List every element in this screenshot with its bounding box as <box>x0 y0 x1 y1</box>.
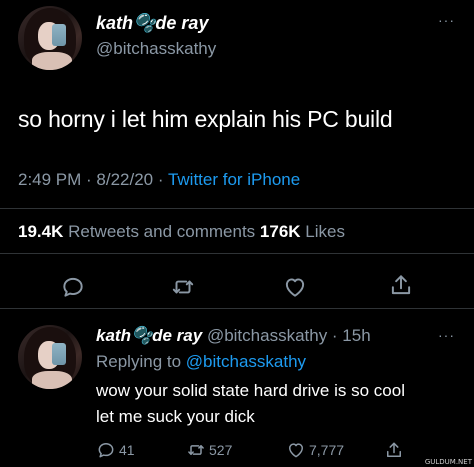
more-icon[interactable]: ··· <box>438 12 455 28</box>
replying-to-label: Replying to <box>96 352 186 371</box>
reply-handle-time[interactable]: @bitchasskathy · 15h <box>202 326 371 345</box>
reply-icon[interactable] <box>60 274 86 300</box>
tweet-stats: 19.4K Retweets and comments 176K Likes <box>18 222 345 242</box>
heart-icon <box>289 443 303 458</box>
display-name[interactable]: kath🫧de ray <box>96 13 208 34</box>
replying-to-mention[interactable]: @bitchasskathy <box>186 352 306 371</box>
retweet-icon[interactable] <box>170 274 196 300</box>
likes-count[interactable]: 176K <box>260 222 301 241</box>
divider <box>0 308 474 309</box>
avatar-body <box>32 371 72 389</box>
tweet-text: so horny i let him explain his PC build <box>18 106 393 132</box>
replying-to: Replying to @bitchasskathy <box>96 352 306 372</box>
divider <box>0 253 474 254</box>
tweet-time: 2:49 PM · 8/22/20 · <box>18 170 168 189</box>
retweets-count[interactable]: 19.4K <box>18 222 63 241</box>
tweet-meta: 2:49 PM · 8/22/20 · Twitter for iPhone <box>18 170 300 190</box>
reply-display-name[interactable]: kath🫧de ray <box>96 326 202 345</box>
reply-text-line: let me suck your dick <box>96 407 255 426</box>
heart-icon[interactable] <box>282 274 308 300</box>
retweet-count: 527 <box>209 442 233 458</box>
retweet-action[interactable]: 527 <box>186 440 232 460</box>
watermark: GULDUM.NET <box>424 458 472 466</box>
tweet-source-link[interactable]: Twitter for iPhone <box>168 170 300 189</box>
reply-header: kath🫧de ray @bitchasskathy · 15h <box>96 326 371 346</box>
handle[interactable]: @bitchasskathy <box>96 39 216 59</box>
main-tweet: kath🫧de ray @bitchasskathy ··· so horny … <box>0 0 474 310</box>
avatar-phone <box>52 24 66 46</box>
retweet-icon <box>188 445 204 455</box>
avatar[interactable] <box>18 325 82 389</box>
reply-text-line: wow your solid state hard drive is so co… <box>96 381 405 400</box>
share-action[interactable] <box>384 440 404 460</box>
like-action[interactable]: 7,777 <box>286 440 344 460</box>
avatar-phone <box>52 343 66 365</box>
share-icon <box>387 442 401 457</box>
like-count: 7,777 <box>309 442 345 458</box>
avatar-body <box>32 52 72 70</box>
reply-count: 41 <box>119 442 135 458</box>
reply-icon <box>98 443 114 458</box>
more-icon[interactable]: ··· <box>438 327 455 343</box>
divider <box>0 208 474 209</box>
avatar[interactable] <box>18 6 82 70</box>
retweets-label[interactable]: Retweets and comments <box>63 222 260 241</box>
reply-action[interactable]: 41 <box>96 440 135 460</box>
share-icon[interactable] <box>388 272 414 298</box>
likes-label[interactable]: Likes <box>301 222 345 241</box>
